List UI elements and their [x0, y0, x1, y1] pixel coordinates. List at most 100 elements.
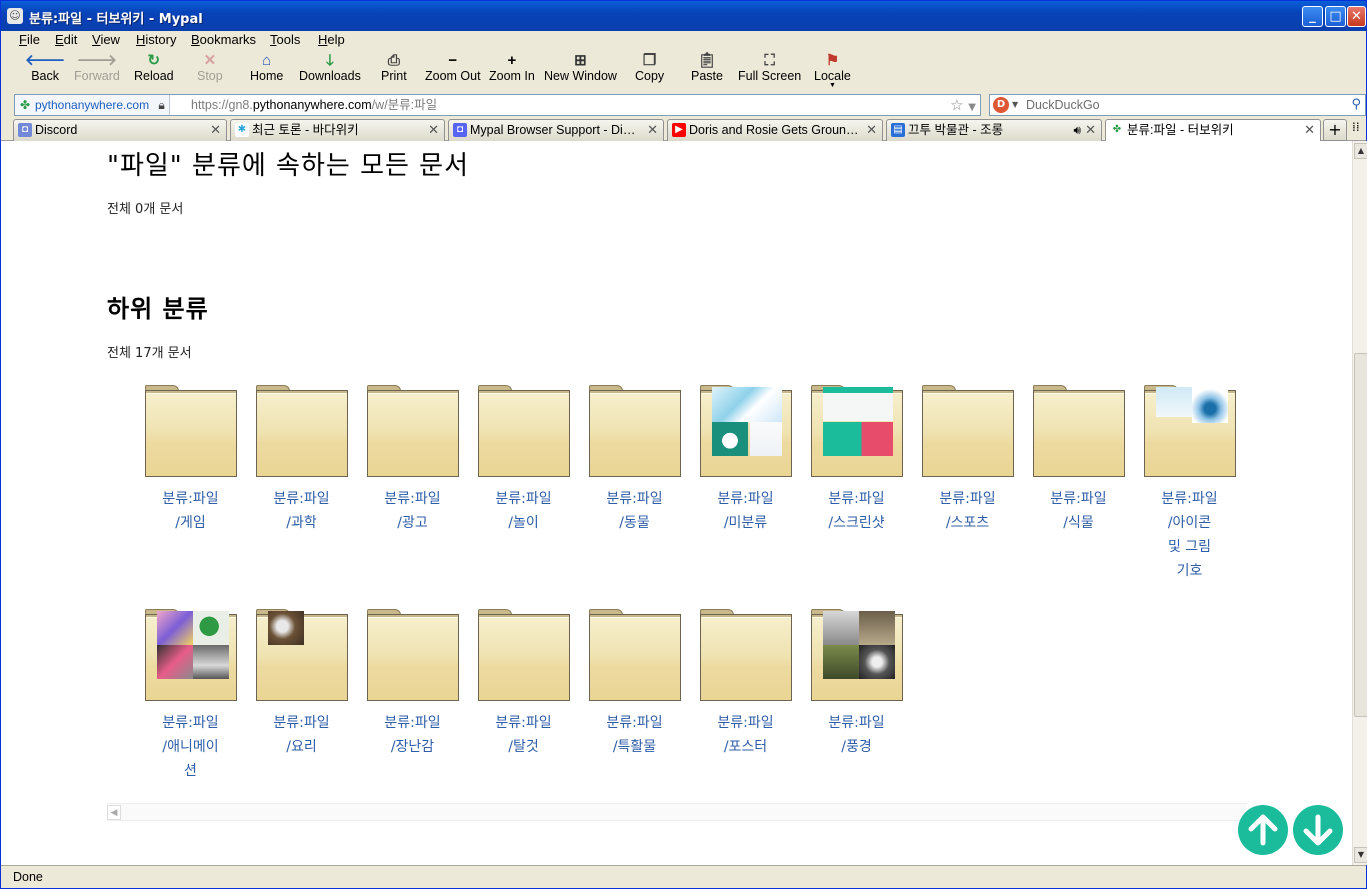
folder-icon[interactable]	[588, 609, 681, 701]
category-item[interactable]: 분류:파일/광고	[357, 385, 468, 535]
tab-youtube[interactable]: ▶ Doris and Rosie Gets Groun… ✕	[667, 119, 883, 141]
url-input[interactable]: ✤ pythonanywhere.com 🔒︎ https://gn8.pyth…	[14, 94, 981, 116]
category-link[interactable]: 분류:파일/스크린샷	[801, 487, 912, 535]
folder-icon[interactable]	[1032, 385, 1125, 477]
category-item[interactable]: 분류:파일/스포츠	[912, 385, 1023, 535]
category-link[interactable]: 분류:파일/아이콘 및 그림 기호	[1134, 487, 1245, 583]
tab-close-icon[interactable]: ✕	[428, 120, 439, 140]
category-link[interactable]: 분류:파일/포스터	[690, 711, 801, 759]
category-item[interactable]: 분류:파일/놀이	[468, 385, 579, 535]
category-item[interactable]: 분류:파일/특활물	[579, 609, 690, 759]
folder-icon[interactable]	[699, 609, 792, 701]
category-item[interactable]: 분류:파일/스크린샷	[801, 385, 912, 535]
folder-icon[interactable]	[1143, 385, 1236, 477]
category-item[interactable]: 분류:파일/과학	[246, 385, 357, 535]
category-link[interactable]: 분류:파일/미분류	[690, 487, 801, 535]
menu-tools[interactable]: Tools	[270, 32, 300, 47]
folder-icon[interactable]	[588, 385, 681, 477]
site-identity-button[interactable]: ✤ pythonanywhere.com 🔒︎	[15, 95, 170, 115]
category-link[interactable]: 분류:파일/탈것	[468, 711, 579, 759]
folder-icon[interactable]	[144, 385, 237, 477]
category-link[interactable]: 분류:파일/요리	[246, 711, 357, 759]
paste-button[interactable]: 📋︎ Paste	[691, 52, 723, 83]
tab-discord[interactable]: ◘ Discord ✕	[13, 119, 227, 141]
menu-file[interactable]: File	[19, 32, 40, 47]
scroll-bottom-button[interactable]	[1293, 805, 1343, 855]
category-item[interactable]: 분류:파일/동물	[579, 385, 690, 535]
folder-icon[interactable]	[810, 609, 903, 701]
scroll-down-icon[interactable]: ▼	[1354, 847, 1367, 863]
menu-bookmarks[interactable]: Bookmarks	[191, 32, 256, 47]
category-item[interactable]: 분류:파일/애니메이 션	[135, 609, 246, 783]
duckduckgo-icon[interactable]: D	[993, 97, 1009, 113]
url-dropdown-icon[interactable]: ▼	[968, 102, 976, 113]
horizontal-scrollbar[interactable]: ◀	[107, 803, 1247, 821]
scroll-up-icon[interactable]: ▲	[1354, 143, 1367, 159]
folder-icon[interactable]	[477, 609, 570, 701]
close-button[interactable]: ✕	[1347, 6, 1366, 27]
copy-button[interactable]: ❐ Copy	[635, 52, 664, 83]
menu-history[interactable]: History	[136, 32, 176, 47]
category-link[interactable]: 분류:파일/풍경	[801, 711, 912, 759]
category-item[interactable]: 분류:파일/게임	[135, 385, 246, 535]
forward-button[interactable]: 🡒 Forward	[74, 52, 120, 83]
category-link[interactable]: 분류:파일/동물	[579, 487, 690, 535]
menu-help[interactable]: Help	[318, 32, 345, 47]
folder-icon[interactable]	[255, 385, 348, 477]
scroll-top-button[interactable]	[1238, 805, 1288, 855]
locale-button[interactable]: ⚑ Locale ▼	[814, 52, 851, 89]
category-item[interactable]: 분류:파일/장난감	[357, 609, 468, 759]
folder-icon[interactable]	[699, 385, 792, 477]
home-button[interactable]: ⌂ Home	[250, 52, 283, 83]
scrollbar-thumb[interactable]	[1354, 353, 1367, 717]
folder-icon[interactable]	[144, 609, 237, 701]
search-input[interactable]: D ▼ DuckDuckGo ⚲	[989, 94, 1366, 116]
category-item[interactable]: 분류:파일/포스터	[690, 609, 801, 759]
menu-view[interactable]: View	[92, 32, 120, 47]
downloads-button[interactable]: 🡓 Downloads	[299, 52, 361, 83]
folder-icon[interactable]	[366, 385, 459, 477]
category-link[interactable]: 분류:파일/놀이	[468, 487, 579, 535]
tab-list-icon[interactable]: ⁞⁞	[1352, 120, 1360, 134]
minimize-button[interactable]: _	[1302, 6, 1323, 27]
category-link[interactable]: 분류:파일/과학	[246, 487, 357, 535]
tab-kkutu[interactable]: ▤ 끄투 박물관 - 조롱 🔊︎ ✕	[886, 119, 1102, 141]
category-link[interactable]: 분류:파일/광고	[357, 487, 468, 535]
category-link[interactable]: 분류:파일/스포츠	[912, 487, 1023, 535]
stop-button[interactable]: ✕ Stop	[197, 52, 223, 83]
category-link[interactable]: 분류:파일/장난감	[357, 711, 468, 759]
search-icon[interactable]: ⚲	[1351, 95, 1361, 115]
scroll-left-icon[interactable]: ◀	[107, 805, 121, 820]
full-screen-button[interactable]: ⛶ Full Screen	[738, 52, 801, 83]
category-link[interactable]: 분류:파일/특활물	[579, 711, 690, 759]
folder-icon[interactable]	[810, 385, 903, 477]
bookmark-star-icon[interactable]: ☆	[950, 96, 963, 114]
tab-close-icon[interactable]: ✕	[647, 120, 658, 140]
new-window-button[interactable]: ⊞ New Window	[544, 52, 617, 83]
tab-turbowiki[interactable]: ✤ 분류:파일 - 터보위키 ✕	[1105, 119, 1321, 142]
search-engine-dropdown-icon[interactable]: ▼	[1012, 95, 1018, 115]
print-button[interactable]: ⎙ Print	[381, 52, 407, 83]
folder-icon[interactable]	[921, 385, 1014, 477]
menu-edit[interactable]: Edit	[55, 32, 77, 47]
category-link[interactable]: 분류:파일/애니메이 션	[135, 711, 246, 783]
new-tab-button[interactable]: +	[1323, 119, 1347, 141]
category-item[interactable]: 분류:파일/미분류	[690, 385, 801, 535]
zoom-in-button[interactable]: + Zoom In	[489, 52, 535, 83]
category-item[interactable]: 분류:파일/요리	[246, 609, 357, 759]
zoom-out-button[interactable]: − Zoom Out	[425, 52, 481, 83]
maximize-button[interactable]: □	[1325, 6, 1346, 27]
folder-icon[interactable]	[366, 609, 459, 701]
category-item[interactable]: 분류:파일/풍경	[801, 609, 912, 759]
category-item[interactable]: 분류:파일/식물	[1023, 385, 1134, 535]
vertical-scrollbar[interactable]: ▲ ▼	[1352, 141, 1367, 865]
folder-icon[interactable]	[255, 609, 348, 701]
category-link[interactable]: 분류:파일/식물	[1023, 487, 1134, 535]
tab-mypal-support[interactable]: ◘ Mypal Browser Support - Di… ✕	[448, 119, 664, 141]
tab-close-icon[interactable]: ✕	[866, 120, 877, 140]
tab-close-icon[interactable]: ✕	[1304, 120, 1315, 140]
speaker-icon[interactable]: 🔊︎	[1073, 120, 1081, 140]
tab-close-icon[interactable]: ✕	[1085, 120, 1096, 140]
folder-icon[interactable]	[477, 385, 570, 477]
reload-button[interactable]: ↻ Reload	[134, 52, 174, 83]
